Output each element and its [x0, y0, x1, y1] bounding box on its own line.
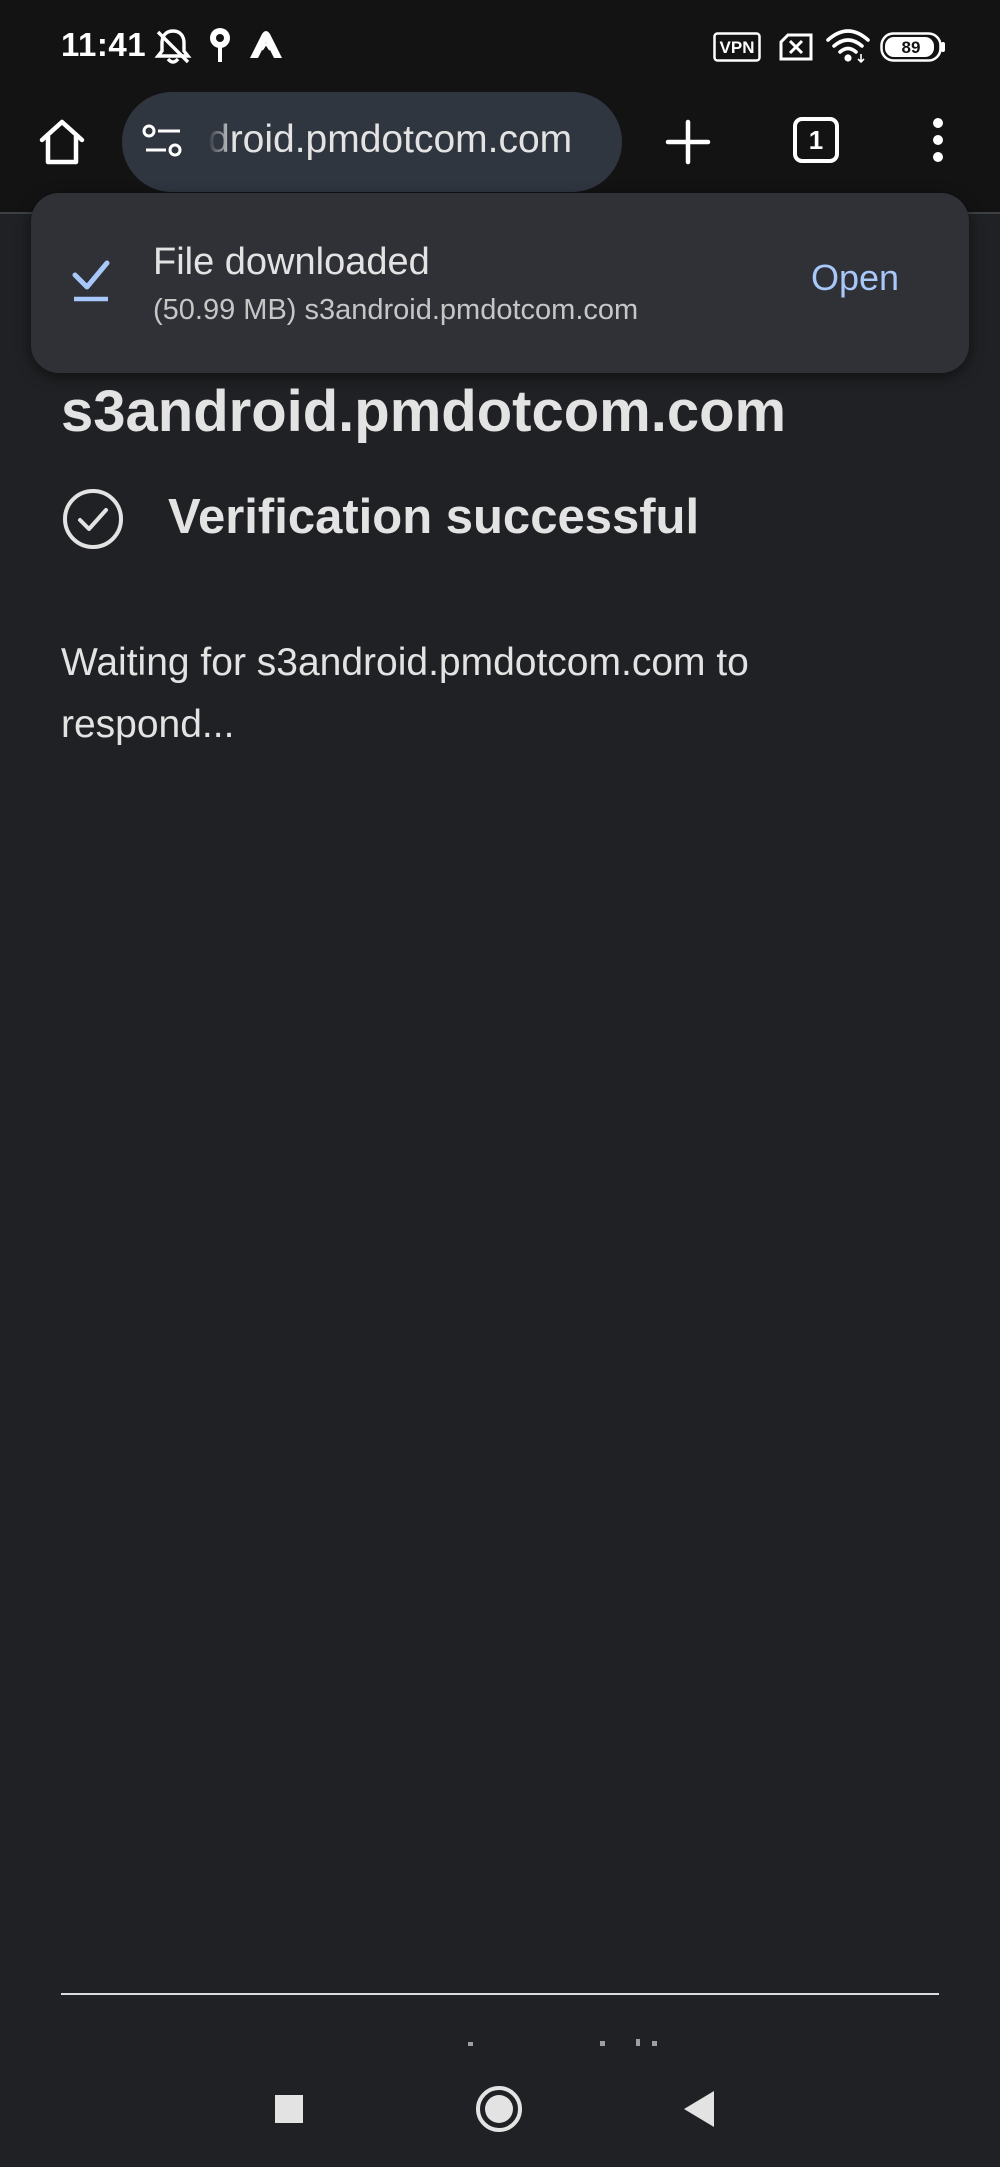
verification-text: Verification successful	[168, 490, 700, 544]
tabs-icon: 1	[793, 117, 839, 163]
footer-divider	[61, 1993, 939, 1995]
address-bar[interactable]: droid.pmdotcom.com	[122, 92, 622, 192]
wifi-icon	[826, 28, 870, 69]
vpn-label: VPN	[720, 38, 755, 57]
triangle-back-icon	[684, 2091, 714, 2127]
vpn-icon: VPN	[713, 32, 761, 67]
more-vert-icon	[933, 118, 943, 162]
no-sim-icon	[779, 33, 813, 66]
square-icon	[275, 2095, 303, 2123]
download-done-icon	[71, 255, 111, 308]
waiting-message: Waiting for s3android.pmdotcom.com to re…	[61, 641, 749, 746]
battery-level: 89	[902, 38, 921, 57]
open-button[interactable]: Open	[811, 257, 899, 299]
system-nav-bar	[0, 2046, 1000, 2167]
check-circle-icon	[61, 487, 125, 556]
circle-icon	[476, 2086, 522, 2132]
url-text[interactable]: droid.pmdotcom.com	[208, 118, 572, 162]
tab-switcher-button[interactable]: 1	[792, 116, 840, 169]
battery-icon: 89	[880, 32, 946, 67]
plus-icon	[665, 119, 711, 165]
clock: 11:41	[61, 26, 147, 63]
recents-button[interactable]	[273, 2093, 305, 2130]
clipped-footer-text	[0, 2034, 1000, 2046]
url-fade	[208, 112, 234, 172]
home-icon	[39, 119, 85, 165]
home-button[interactable]	[36, 116, 88, 173]
new-tab-button[interactable]	[664, 118, 712, 171]
site-settings-icon[interactable]	[142, 122, 186, 167]
download-snackbar: File downloaded (50.99 MB) s3android.pmd…	[31, 193, 969, 373]
bell-off-icon	[154, 26, 192, 71]
vpn-app-icon	[248, 26, 284, 67]
status-bar: 11:41 VPN 89	[0, 0, 1000, 92]
page-title: s3android.pmdotcom.com	[61, 379, 787, 444]
back-button[interactable]	[682, 2089, 718, 2134]
home-nav-button[interactable]	[475, 2085, 523, 2138]
snackbar-subtitle: (50.99 MB) s3android.pmdotcom.com	[153, 294, 639, 326]
menu-button[interactable]	[926, 116, 950, 169]
tab-count: 1	[809, 125, 823, 155]
snackbar-title: File downloaded	[153, 241, 430, 283]
location-pin-icon	[207, 26, 233, 71]
